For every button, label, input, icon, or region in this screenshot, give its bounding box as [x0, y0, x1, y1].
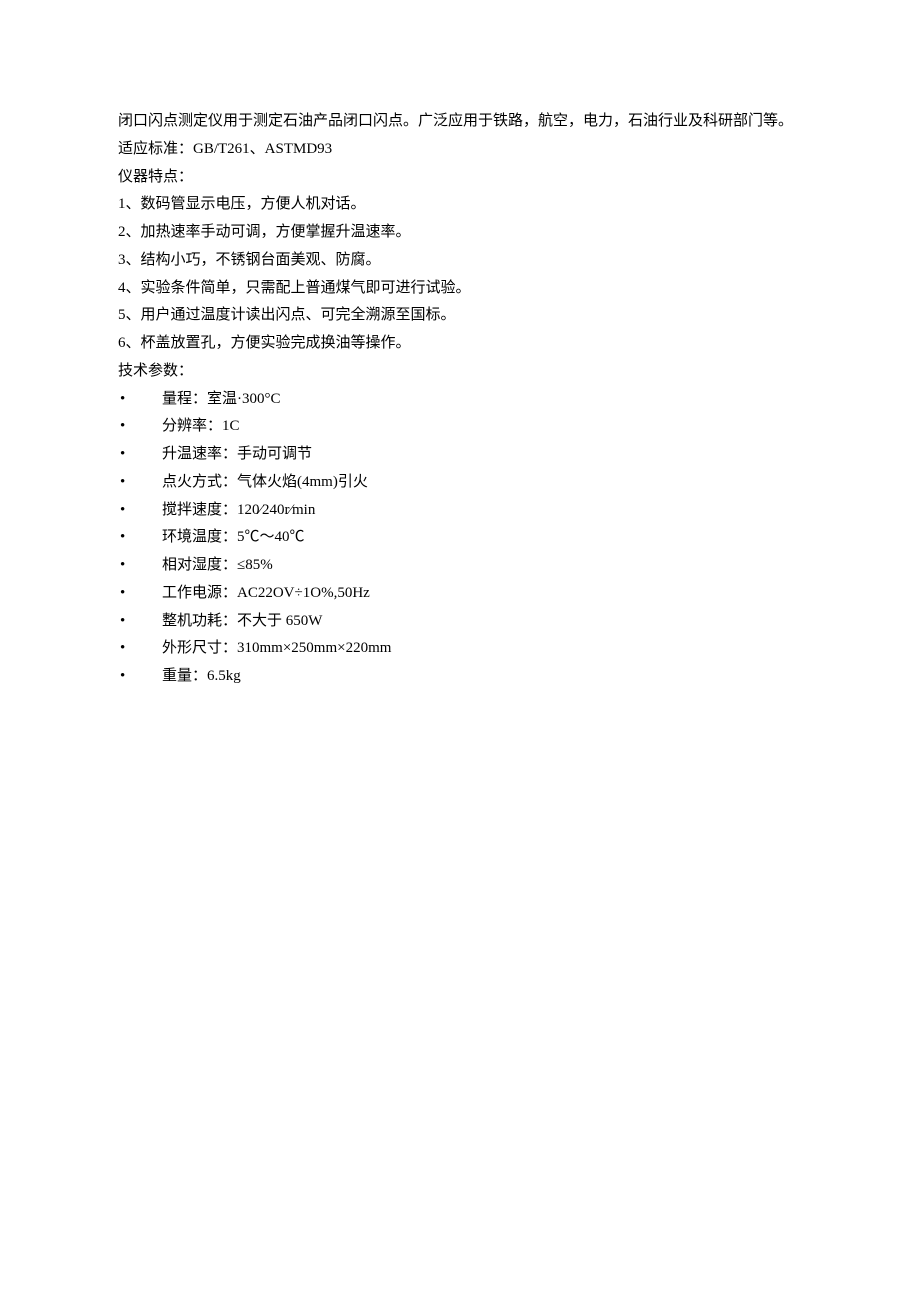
spec-text: 整机功耗：不大于 650W [162, 613, 322, 629]
spec-text: 升温速率：手动可调节 [162, 446, 312, 462]
spec-item: 环境温度：5℃～40℃ [118, 524, 802, 552]
feature-item-4: 4、实验条件简单，只需配上普通煤气即可进行试验。 [118, 275, 802, 303]
feature-item-5: 5、用户通过温度计读出闪点、可完全溯源至国标。 [118, 302, 802, 330]
spec-item: 外形尺寸：310mm×250mm×220mm [118, 635, 802, 663]
spec-text: 重量：6.5kg [162, 668, 241, 684]
spec-text: 分辨率：1C [162, 418, 240, 434]
spec-item: 相对湿度：≤85% [118, 552, 802, 580]
intro-text: 闭口闪点测定仪用于测定石油产品闭口闪点。广泛应用于铁路，航空，电力，石油行业及科… [118, 113, 793, 129]
specs-title: 技术参数： [118, 358, 802, 386]
spec-text: 点火方式：气体火焰(4mm)引火 [162, 474, 368, 490]
features-title: 仪器特点： [118, 164, 802, 192]
spec-text: 外形尺寸：310mm×250mm×220mm [162, 640, 391, 656]
specs-list: 量程：室温·300°C 分辨率：1C 升温速率：手动可调节 点火方式：气体火焰(… [118, 386, 802, 691]
feature-item-3: 3、结构小巧，不锈钢台面美观、防腐。 [118, 247, 802, 275]
feature-item-2: 2、加热速率手动可调，方便掌握升温速率。 [118, 219, 802, 247]
spec-text: 环境温度：5℃～40℃ [162, 529, 305, 545]
spec-text: 量程：室温·300°C [162, 391, 281, 407]
feature-item-6: 6、杯盖放置孔，方便实验完成换油等操作。 [118, 330, 802, 358]
standard-line: 适应标准：GB/T261、ASTMD93 [118, 136, 802, 164]
spec-text: 工作电源：AC22OV÷1O%,50Hz [162, 585, 370, 601]
spec-item: 点火方式：气体火焰(4mm)引火 [118, 469, 802, 497]
spec-text: 相对湿度：≤85% [162, 557, 273, 573]
spec-item: 工作电源：AC22OV÷1O%,50Hz [118, 580, 802, 608]
spec-item: 量程：室温·300°C [118, 386, 802, 414]
spec-text: 搅拌速度：120⁄240r⁄min [162, 502, 315, 518]
spec-item: 升温速率：手动可调节 [118, 441, 802, 469]
spec-item: 整机功耗：不大于 650W [118, 608, 802, 636]
feature-item-1: 1、数码管显示电压，方便人机对话。 [118, 191, 802, 219]
document-content: 闭口闪点测定仪用于测定石油产品闭口闪点。广泛应用于铁路，航空，电力，石油行业及科… [118, 108, 802, 691]
spec-item: 搅拌速度：120⁄240r⁄min [118, 497, 802, 525]
spec-item: 重量：6.5kg [118, 663, 802, 691]
spec-item: 分辨率：1C [118, 413, 802, 441]
